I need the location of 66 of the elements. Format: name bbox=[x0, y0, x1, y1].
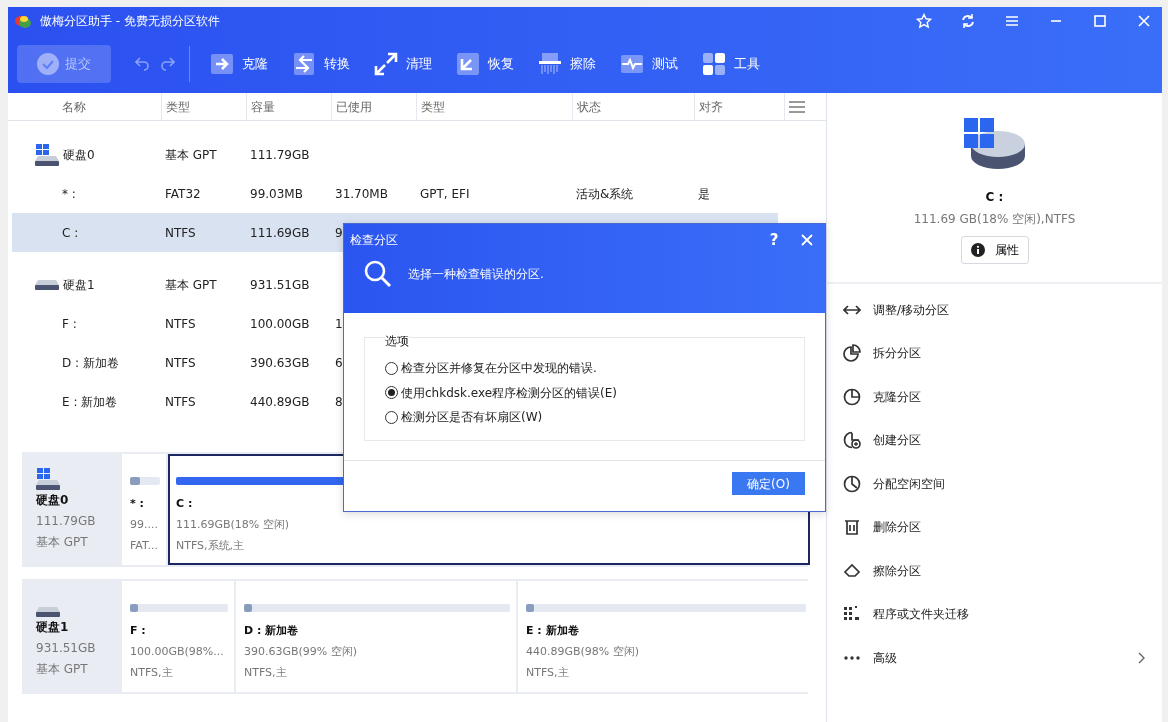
disk-name: 硬盘0 bbox=[36, 492, 70, 509]
partition-label: * : bbox=[130, 496, 145, 512]
option-label: 检测分区是否有坏扇区(W) bbox=[401, 409, 543, 427]
table-cell: 440.89GB bbox=[250, 394, 310, 409]
table-cell: GPT, EFI bbox=[420, 186, 470, 201]
partition-label: F : bbox=[130, 623, 147, 639]
table-cell: 111.69GB bbox=[250, 225, 310, 240]
group-label: 选项 bbox=[385, 332, 409, 350]
partition-info: NTFS,主 bbox=[526, 665, 570, 681]
partition-size: 100.00GB(98%... bbox=[130, 644, 225, 660]
table-cell-text: F : bbox=[62, 315, 77, 333]
table-cell: 6 bbox=[335, 355, 343, 370]
window-title: 傲梅分区助手 - 免费无损分区软件 bbox=[40, 13, 221, 30]
table-cell: 基本 GPT bbox=[165, 147, 217, 162]
table-cell: 100.00GB bbox=[250, 316, 310, 331]
column-header: 已使用 bbox=[336, 98, 372, 116]
partition-info: NTFS,系统,主 bbox=[176, 538, 246, 554]
column-header: 状态 bbox=[577, 98, 601, 116]
partition-label: D : 新加卷 bbox=[244, 623, 300, 639]
table-cell: NTFS bbox=[165, 394, 196, 409]
table-cell: 1 bbox=[335, 316, 343, 331]
option-label: 检查分区并修复在分区中发现的错误. bbox=[401, 360, 597, 378]
partition-label: C : bbox=[176, 496, 194, 512]
column-header: 类型 bbox=[421, 98, 445, 116]
disk-size: 931.51GB bbox=[36, 640, 97, 657]
table-cell-text: * : bbox=[62, 185, 76, 203]
table-cell-text: 硬盘0 bbox=[63, 146, 95, 164]
disk-name: 硬盘1 bbox=[36, 619, 70, 636]
table-cell: 9 bbox=[335, 225, 343, 240]
option-label: 使用chkdsk.exe程序检测分区的错误(E) bbox=[401, 384, 618, 402]
table-cell: 390.63GB bbox=[250, 355, 310, 370]
partition-size: 440.89GB(98% 空闲) bbox=[526, 644, 641, 660]
drive-info: 111.69 GB(18% 空闲),NTFS bbox=[913, 211, 1076, 228]
partition-info: FAT... bbox=[130, 538, 159, 554]
table-cell-text: C : bbox=[62, 224, 79, 242]
column-header: 类型 bbox=[166, 98, 190, 116]
table-cell: 31.70MB bbox=[335, 186, 388, 201]
disk-type: 基本 GPT bbox=[36, 534, 89, 551]
table-cell: FAT32 bbox=[165, 186, 201, 201]
disk-type: 基本 GPT bbox=[36, 661, 89, 678]
partition-info: NTFS,主 bbox=[244, 665, 288, 681]
table-cell: 8 bbox=[335, 394, 343, 409]
dialog-instruction: 选择一种检查错误的分区. bbox=[408, 266, 544, 283]
partition-size: 111.69GB(18% 空闲) bbox=[176, 517, 291, 533]
dialog-title: 检查分区 bbox=[350, 232, 399, 249]
table-cell: 931.51GB bbox=[250, 277, 310, 292]
column-header: 对齐 bbox=[699, 98, 723, 116]
table-cell-text: 硬盘1 bbox=[63, 276, 95, 294]
drive-label: C : bbox=[985, 189, 1004, 206]
table-cell: 99.03MB bbox=[250, 186, 303, 201]
table-cell: 是 bbox=[698, 186, 710, 201]
partition-label: E : 新加卷 bbox=[526, 623, 580, 639]
table-cell: 111.79GB bbox=[250, 147, 310, 162]
disk-size: 111.79GB bbox=[36, 513, 97, 530]
table-cell-text: E : 新加卷 bbox=[62, 393, 118, 411]
table-cell: NTFS bbox=[165, 316, 196, 331]
table-cell: 基本 GPT bbox=[165, 277, 217, 292]
partition-size: 99.... bbox=[130, 517, 159, 533]
table-cell: 活动&系统 bbox=[576, 186, 634, 201]
partition-info: NTFS,主 bbox=[130, 665, 174, 681]
table-cell-text: D : 新加卷 bbox=[62, 354, 119, 372]
table-cell: NTFS bbox=[165, 355, 196, 370]
column-header: 名称 bbox=[62, 98, 86, 116]
partition-size: 390.63GB(99% 空闲) bbox=[244, 644, 359, 660]
table-cell: NTFS bbox=[165, 225, 196, 240]
column-header: 容量 bbox=[251, 98, 275, 116]
